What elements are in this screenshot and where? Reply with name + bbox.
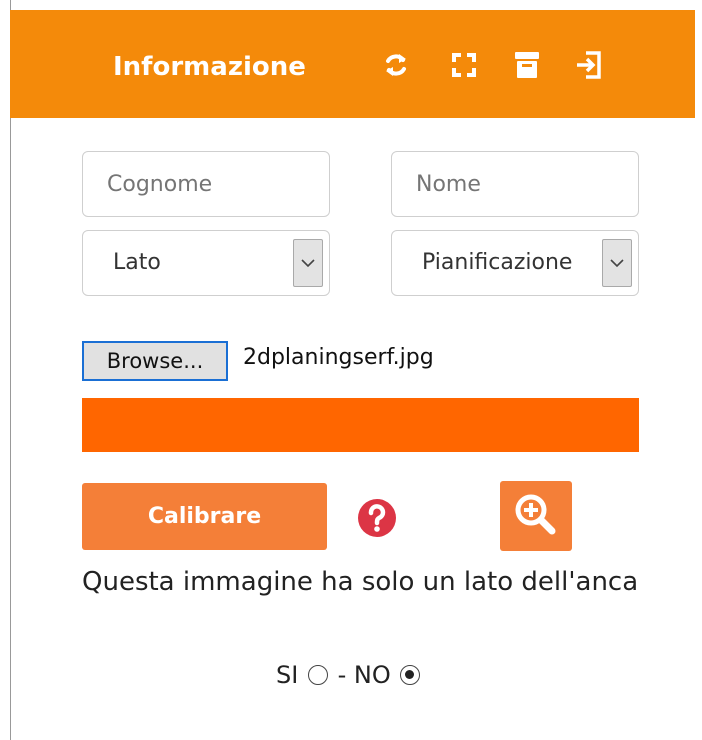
no-label: NO (353, 661, 391, 689)
no-radio[interactable] (400, 665, 421, 685)
calibrate-button[interactable]: Calibrare (82, 483, 327, 550)
name-input[interactable] (391, 151, 639, 217)
side-select-value: Lato (113, 250, 161, 275)
hip-side-question: Questa immagine ha solo un lato dell'anc… (82, 567, 639, 597)
chevron-down-icon[interactable] (602, 239, 632, 287)
surname-input[interactable] (82, 151, 330, 217)
logout-icon[interactable] (572, 48, 606, 82)
planning-select-value: Pianificazione (422, 250, 573, 275)
zoom-button[interactable] (500, 481, 572, 551)
browse-button[interactable]: Browse... (82, 341, 228, 381)
selected-filename: 2dplaningserf.jpg (243, 345, 434, 370)
zoom-in-icon (515, 494, 556, 535)
chevron-down-icon[interactable] (293, 239, 323, 287)
yes-radio[interactable] (307, 665, 328, 685)
yes-no-radio-group: SI - NO (276, 660, 422, 692)
frame-top (0, 0, 702, 10)
planning-select[interactable]: Pianificazione (391, 230, 639, 296)
fullscreen-icon[interactable] (447, 48, 481, 82)
question-circle-icon[interactable] (357, 498, 397, 538)
side-select[interactable]: Lato (82, 230, 330, 296)
yes-label: SI (276, 661, 299, 689)
panel-title: Informazione (113, 52, 306, 82)
separator: - (337, 661, 347, 689)
panel-header: Informazione (10, 10, 695, 118)
refresh-icon[interactable] (379, 48, 413, 82)
progress-bar (82, 398, 639, 452)
archive-icon[interactable] (510, 48, 544, 82)
